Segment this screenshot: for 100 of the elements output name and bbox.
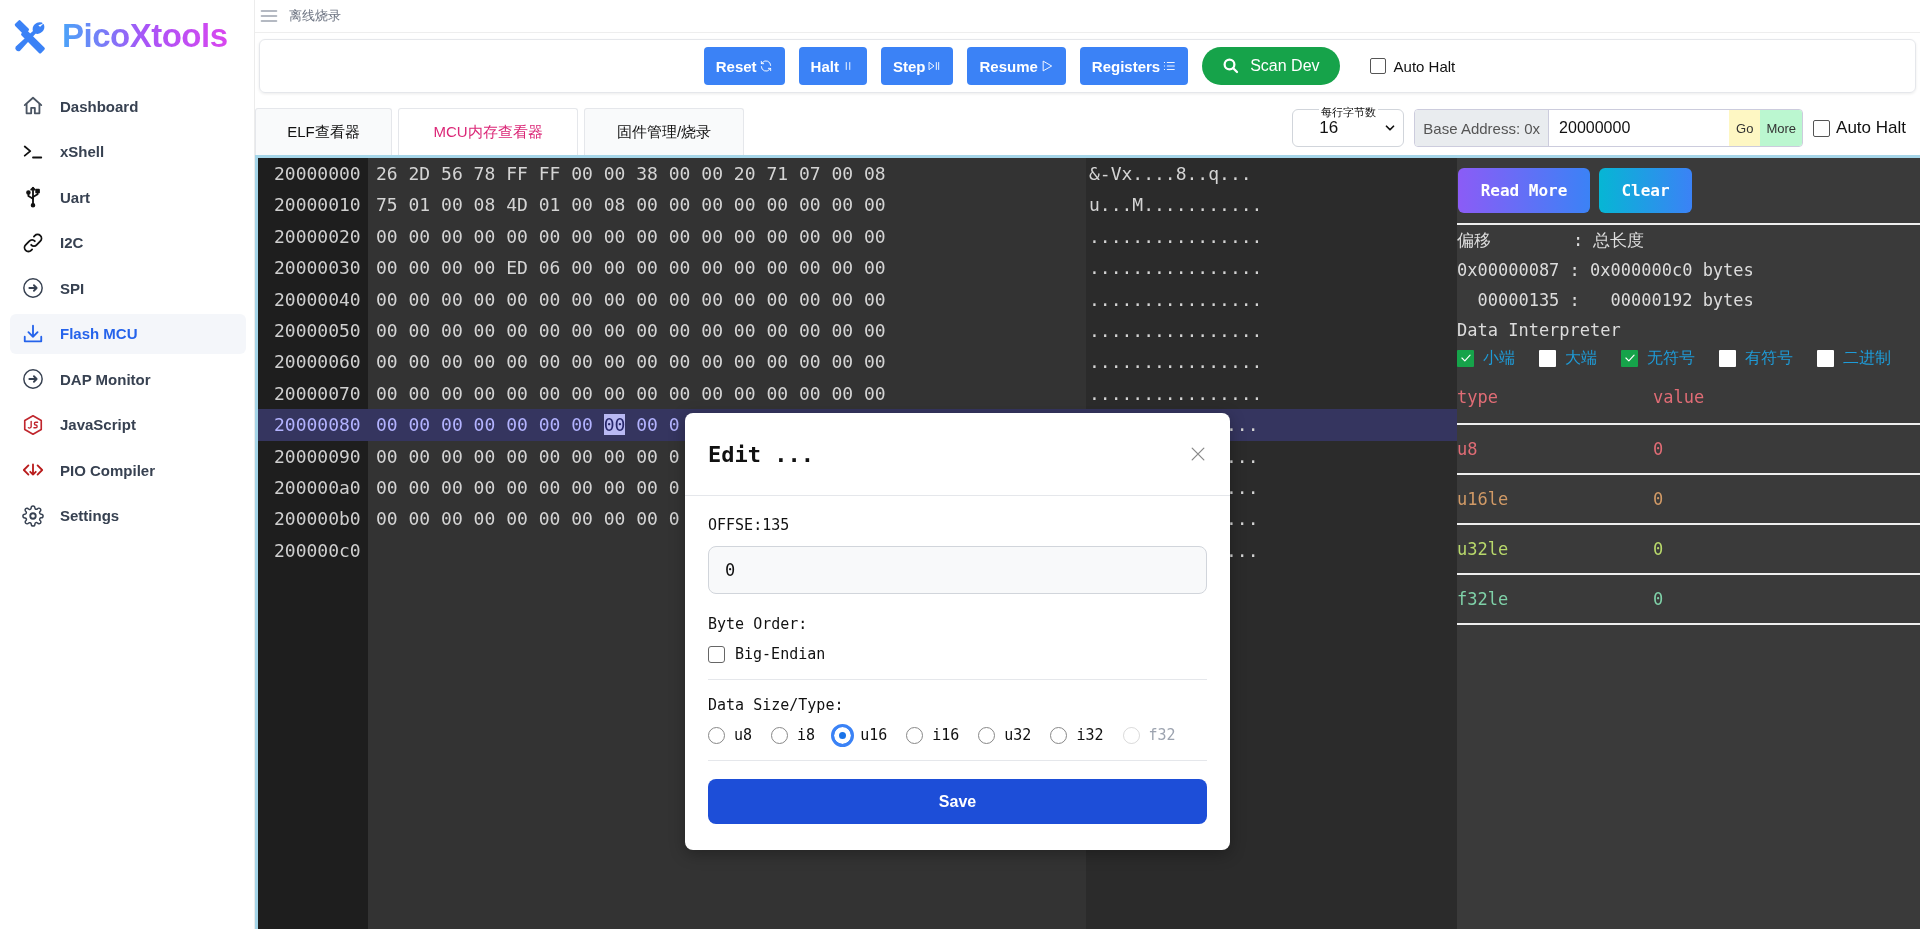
hex-byte[interactable]: 00 bbox=[376, 476, 398, 498]
hex-byte[interactable]: 00 bbox=[376, 445, 398, 467]
toolbar-button[interactable]: Reset bbox=[703, 47, 785, 85]
hex-byte[interactable]: 00 bbox=[376, 508, 398, 530]
hex-byte[interactable]: 00 bbox=[473, 382, 496, 404]
hex-byte[interactable]: 01 bbox=[538, 194, 561, 216]
hex-byte[interactable]: 00 bbox=[636, 319, 658, 341]
hex-byte[interactable]: 00 bbox=[376, 257, 398, 279]
hex-byte[interactable]: 00 bbox=[506, 414, 528, 436]
toolbar-button[interactable]: Resume bbox=[967, 47, 1066, 85]
hex-byte[interactable]: 00 bbox=[636, 225, 658, 247]
hex-byte[interactable]: 00 bbox=[603, 351, 626, 373]
hex-byte[interactable]: 00 bbox=[571, 225, 593, 247]
hex-byte[interactable]: FF bbox=[506, 163, 528, 184]
hex-byte[interactable]: 00 bbox=[603, 257, 626, 279]
hex-byte[interactable]: 0 bbox=[668, 445, 680, 467]
hex-byte[interactable]: 00 bbox=[473, 257, 496, 279]
hex-byte[interactable]: 00 bbox=[571, 319, 593, 341]
hex-byte[interactable]: 00 bbox=[636, 445, 658, 467]
hex-byte[interactable]: 00 bbox=[733, 225, 756, 247]
hex-byte[interactable]: 00 bbox=[441, 351, 463, 373]
hex-byte[interactable]: 00 bbox=[376, 319, 398, 341]
hex-byte[interactable]: 00 bbox=[603, 445, 626, 467]
hex-byte[interactable]: 00 bbox=[506, 351, 528, 373]
hex-byte[interactable]: 20 bbox=[733, 163, 756, 184]
hex-byte[interactable]: 07 bbox=[798, 163, 821, 184]
hex-byte[interactable]: 00 bbox=[538, 414, 561, 436]
hex-byte[interactable]: 00 bbox=[668, 319, 691, 341]
hex-byte[interactable]: 00 bbox=[538, 382, 561, 404]
hex-byte[interactable]: 00 bbox=[701, 194, 723, 216]
toolbar-button[interactable]: Halt bbox=[798, 47, 867, 85]
hex-byte[interactable]: 00 bbox=[538, 351, 561, 373]
toolbar-button[interactable]: Step bbox=[880, 47, 954, 85]
hex-byte[interactable]: 00 bbox=[863, 288, 886, 310]
hex-byte[interactable]: 00 bbox=[441, 194, 463, 216]
hex-byte[interactable]: 00 bbox=[376, 351, 398, 373]
hex-byte[interactable]: 00 bbox=[668, 288, 691, 310]
hex-byte[interactable]: 01 bbox=[408, 194, 431, 216]
hex-byte[interactable]: 00 bbox=[473, 319, 496, 341]
hex-byte[interactable]: 00 bbox=[863, 225, 886, 247]
sidebar-item[interactable]: I2C bbox=[10, 222, 246, 263]
hex-byte[interactable]: 00 bbox=[701, 319, 723, 341]
hex-byte[interactable]: 00 bbox=[506, 445, 528, 467]
sidebar-item[interactable]: PIO Compiler bbox=[10, 450, 246, 490]
hex-byte[interactable]: 00 bbox=[636, 382, 658, 404]
hex-byte[interactable]: 08 bbox=[473, 194, 496, 216]
hex-byte[interactable]: 00 bbox=[766, 288, 789, 310]
hex-byte[interactable]: 00 bbox=[538, 225, 561, 247]
sidebar-item[interactable]: xShell bbox=[10, 131, 246, 172]
hex-byte[interactable]: 00 bbox=[408, 414, 431, 436]
hex-byte[interactable]: ED bbox=[506, 257, 528, 279]
hex-byte[interactable]: 00 bbox=[668, 382, 691, 404]
hex-byte[interactable]: 00 bbox=[798, 288, 821, 310]
hex-byte[interactable]: 00 bbox=[701, 257, 723, 279]
hex-byte[interactable]: 00 bbox=[863, 257, 886, 279]
hex-byte[interactable]: 00 bbox=[441, 445, 463, 467]
tab[interactable]: ELF查看器 bbox=[255, 108, 392, 155]
hex-byte[interactable]: 00 bbox=[538, 476, 561, 498]
sidebar-item[interactable]: SPI bbox=[10, 268, 246, 308]
sidebar-item[interactable]: Uart bbox=[10, 177, 246, 217]
hex-byte[interactable]: 00 bbox=[701, 163, 723, 184]
tab[interactable]: 固件管理/烧录 bbox=[584, 108, 744, 155]
hex-byte[interactable]: 00 bbox=[571, 382, 593, 404]
hex-byte[interactable]: 00 bbox=[766, 194, 789, 216]
hex-byte[interactable]: 00 bbox=[506, 288, 528, 310]
hex-byte[interactable]: 00 bbox=[538, 445, 561, 467]
hex-byte[interactable]: 00 bbox=[701, 351, 723, 373]
hex-byte[interactable]: 00 bbox=[538, 508, 561, 530]
hex-byte[interactable]: 00 bbox=[636, 508, 658, 530]
hex-byte[interactable]: 00 bbox=[863, 194, 886, 216]
hex-byte[interactable]: 00 bbox=[408, 508, 431, 530]
hex-byte[interactable]: 00 bbox=[408, 319, 431, 341]
hex-byte[interactable]: 00 bbox=[831, 163, 854, 184]
hex-byte[interactable]: 00 bbox=[701, 225, 723, 247]
hex-byte[interactable]: 00 bbox=[603, 163, 626, 184]
hex-byte[interactable]: 38 bbox=[636, 163, 658, 184]
hex-byte[interactable]: 00 bbox=[636, 257, 658, 279]
hex-byte[interactable]: 0 bbox=[668, 508, 680, 530]
hex-byte[interactable]: 00 bbox=[603, 288, 626, 310]
hex-byte[interactable]: 00 bbox=[408, 476, 431, 498]
hex-byte[interactable]: 00 bbox=[538, 319, 561, 341]
hex-byte[interactable]: 00 bbox=[733, 351, 756, 373]
hex-byte[interactable]: 00 bbox=[408, 257, 431, 279]
hex-byte[interactable]: 00 bbox=[473, 225, 496, 247]
hex-byte[interactable]: 00 bbox=[668, 257, 691, 279]
sidebar-item[interactable]: Settings bbox=[10, 495, 246, 536]
hex-byte[interactable]: 0 bbox=[668, 476, 680, 498]
hex-byte[interactable]: 00 bbox=[831, 319, 854, 341]
hex-byte[interactable]: 00 bbox=[766, 225, 789, 247]
hex-byte[interactable]: 00 bbox=[408, 225, 431, 247]
hex-byte[interactable]: 00 bbox=[571, 414, 593, 436]
hex-byte[interactable]: 00 bbox=[571, 508, 593, 530]
hex-byte[interactable]: 00 bbox=[441, 257, 463, 279]
hex-byte[interactable]: 00 bbox=[408, 351, 431, 373]
hex-byte[interactable]: 00 bbox=[473, 476, 496, 498]
hex-byte[interactable]: 00 bbox=[376, 382, 398, 404]
hex-byte[interactable]: 75 bbox=[376, 194, 398, 216]
hex-byte[interactable]: 00 bbox=[441, 288, 463, 310]
hex-byte[interactable]: 00 bbox=[733, 382, 756, 404]
hex-byte[interactable]: 00 bbox=[863, 382, 886, 404]
